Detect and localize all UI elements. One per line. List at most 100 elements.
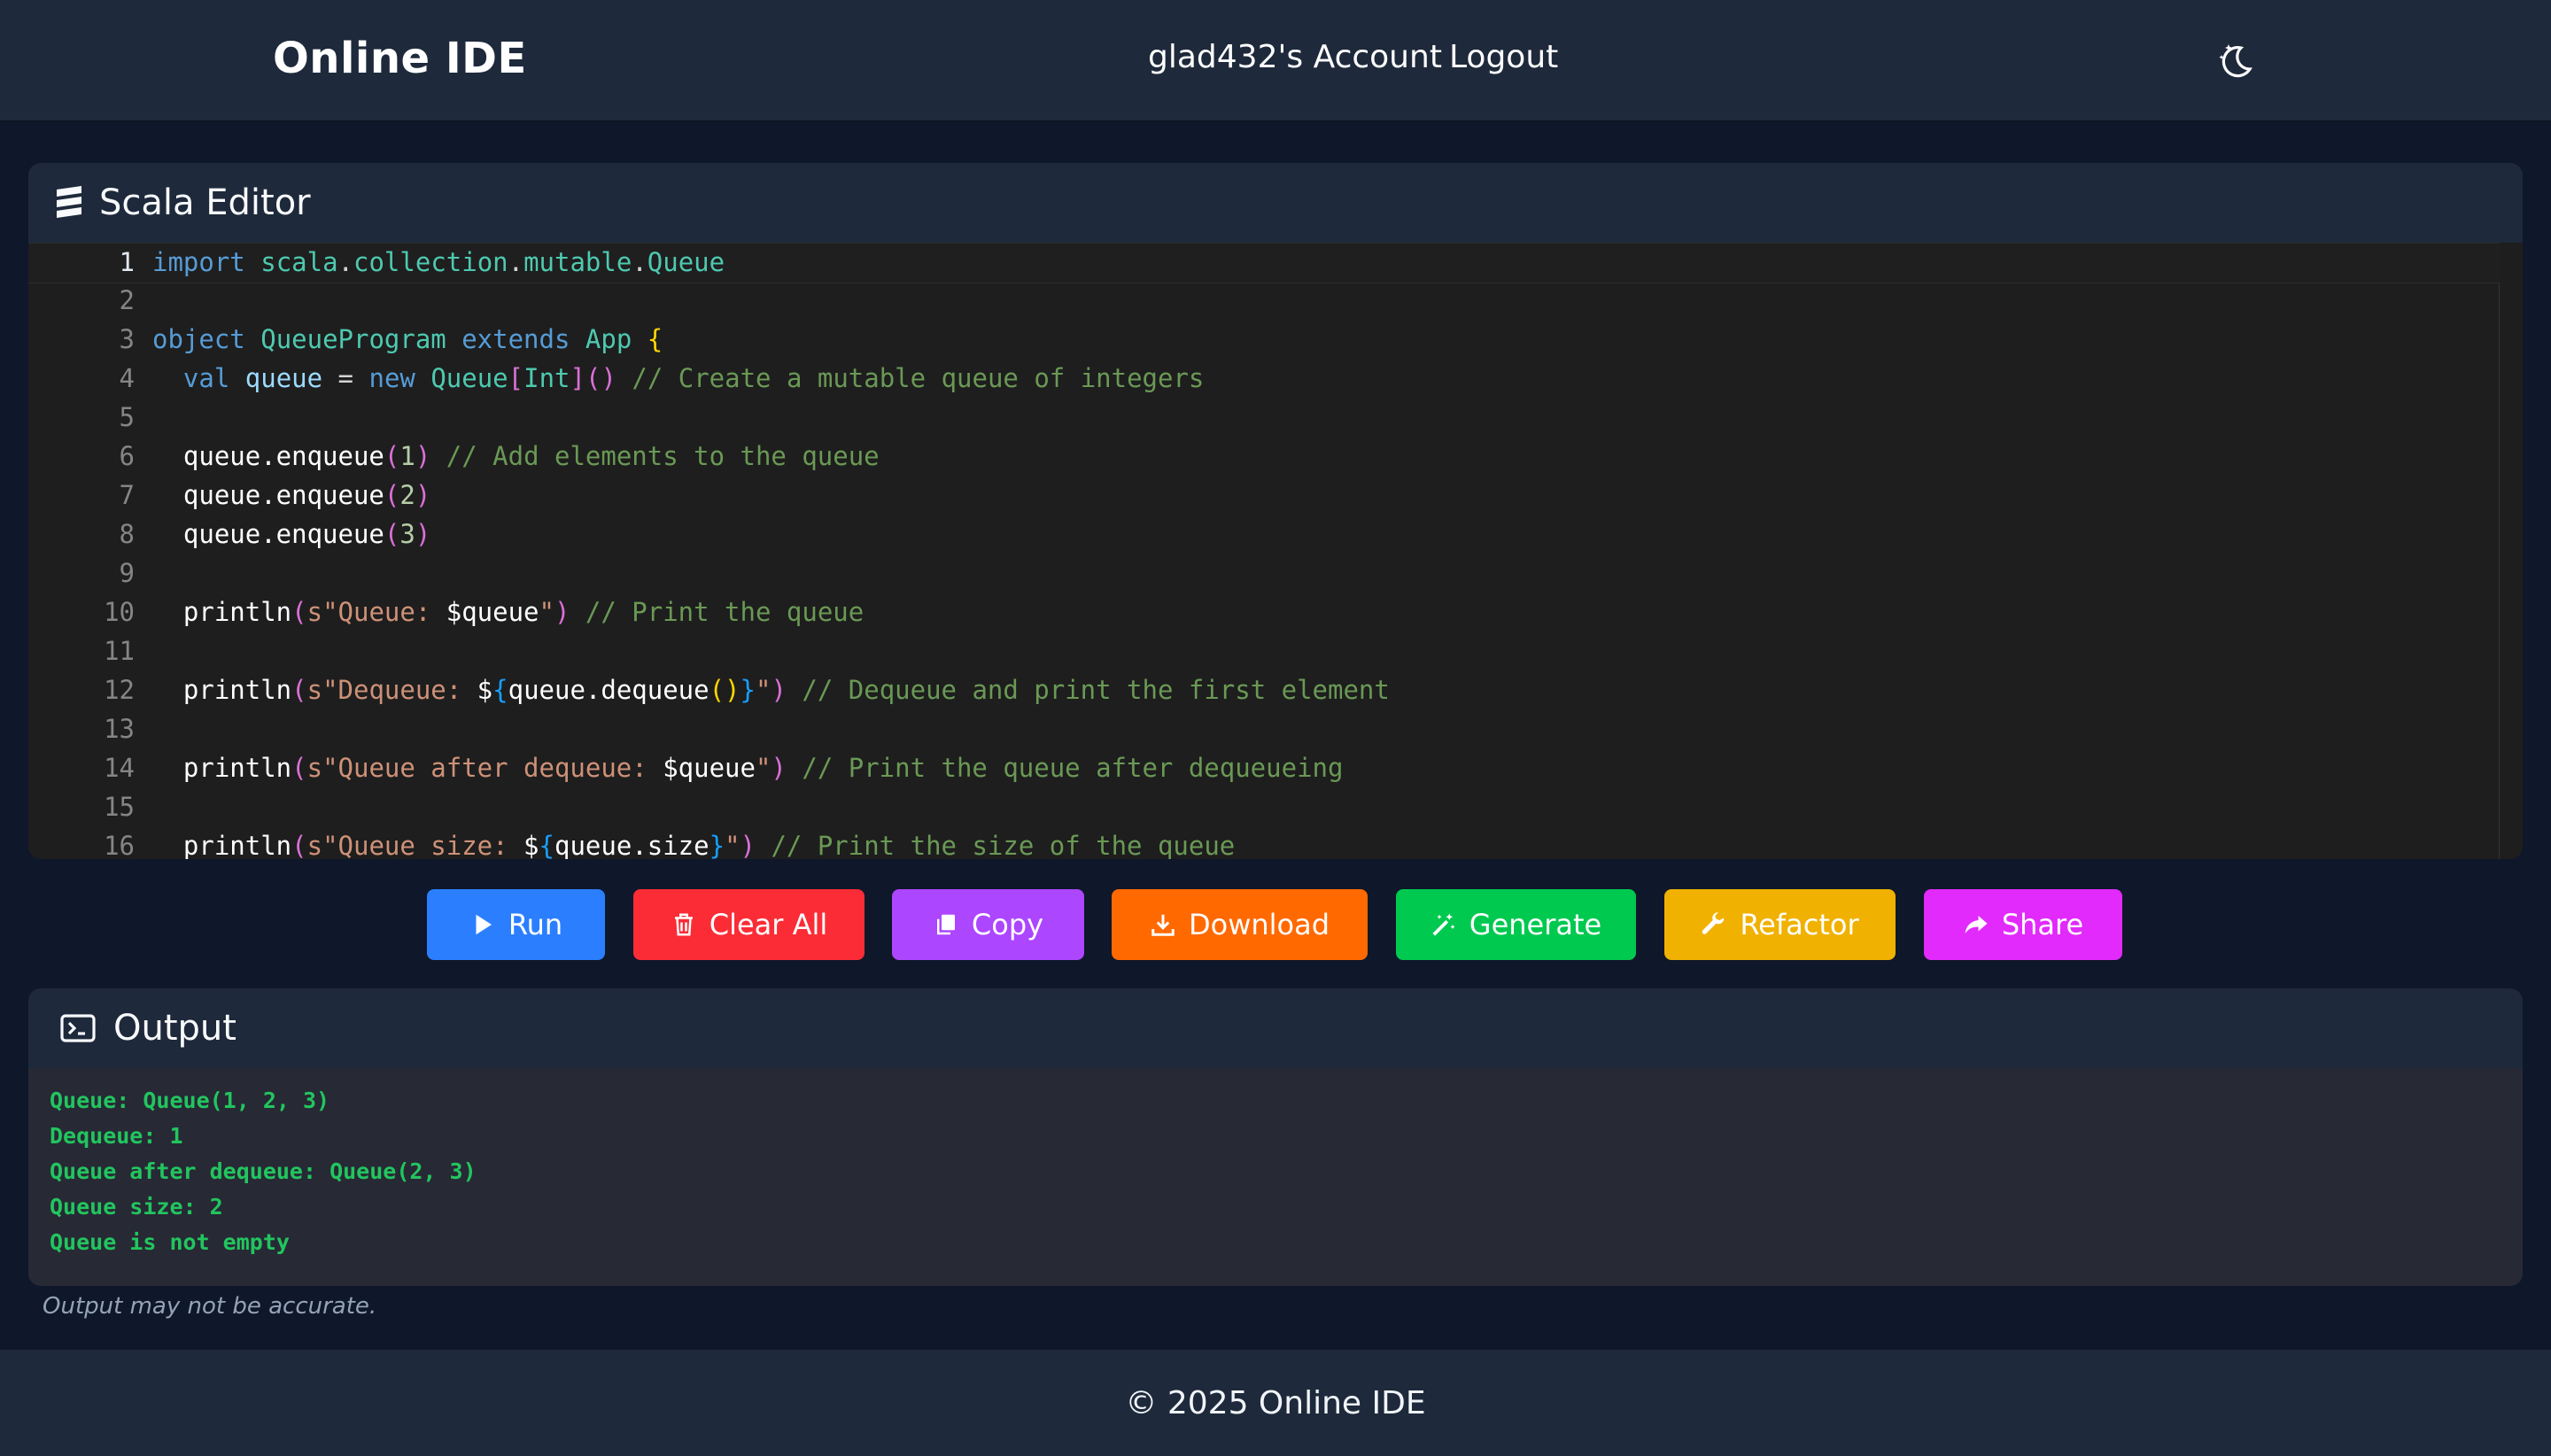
code-line[interactable]: 1 import scala.collection.mutable.Queue <box>28 243 2500 283</box>
code-token: () <box>585 363 616 393</box>
code-token: $queue <box>446 597 539 627</box>
button-label: Copy <box>971 908 1044 941</box>
code-token: println <box>152 675 292 705</box>
line-number: 9 <box>119 558 135 588</box>
code-token: [ <box>508 363 524 393</box>
line-number: 6 <box>119 441 135 471</box>
code-token: " <box>725 831 740 859</box>
code-token: App <box>585 324 632 354</box>
code-text: println(s"Queue after dequeue: $queue") … <box>152 753 1344 783</box>
code-token: object <box>152 324 245 354</box>
clear-all-button[interactable]: Clear All <box>633 889 865 960</box>
code-line[interactable]: 5 <box>28 399 2500 438</box>
wrench-icon <box>1702 912 1725 934</box>
line-number: 1 <box>119 247 135 277</box>
download-button[interactable]: Download <box>1112 889 1368 960</box>
share-icon <box>1965 916 1988 933</box>
output-line: Queue is not empty <box>50 1229 290 1255</box>
code-line[interactable]: 11 <box>28 632 2500 671</box>
line-number: 7 <box>119 480 135 510</box>
code-token: s"Queue size: <box>306 831 524 859</box>
code-text: queue.enqueue(3) <box>152 519 430 549</box>
editor-header: Scala Editor <box>28 163 2523 243</box>
code-line[interactable]: 7 queue.enqueue(2) <box>28 476 2500 515</box>
code-token: ) <box>415 441 431 471</box>
code-token: ( <box>291 675 307 705</box>
code-line[interactable]: 4 val queue = new Queue[Int]() // Create… <box>28 360 2500 399</box>
code-line[interactable]: 2 <box>28 282 2500 321</box>
run-button[interactable]: Run <box>427 889 605 960</box>
code-editor[interactable]: 1 import scala.collection.mutable.Queue 2 3… <box>28 243 2523 859</box>
download-icon <box>1151 914 1175 936</box>
line-number: 14 <box>104 753 135 783</box>
code-line[interactable]: 8 queue.enqueue(3) <box>28 515 2500 554</box>
line-number: 3 <box>119 324 135 354</box>
button-label: Clear All <box>709 908 828 941</box>
copy-button[interactable]: Copy <box>892 889 1084 960</box>
share-button[interactable]: Share <box>1924 889 2122 960</box>
code-token: ( <box>291 753 307 783</box>
code-text: object QueueProgram extends App { <box>152 324 663 354</box>
code-token: { <box>539 831 554 859</box>
code-token: ) <box>415 480 431 510</box>
theme-toggle-button[interactable] <box>2214 39 2257 81</box>
terminal-icon <box>60 1014 96 1042</box>
line-number: 10 <box>104 597 135 627</box>
code-token: " <box>539 597 554 627</box>
output-title: Output <box>113 1008 236 1049</box>
generate-button[interactable]: Generate <box>1396 889 1636 960</box>
line-number: 15 <box>104 792 135 822</box>
editor-panel: Scala Editor 1 import scala.collection.mu… <box>28 163 2523 859</box>
code-token: ( <box>384 519 400 549</box>
line-number: 12 <box>104 675 135 705</box>
code-token: queue.enqueue <box>152 441 384 471</box>
code-token: ) <box>554 597 570 627</box>
code-token: 2 <box>399 480 415 510</box>
code-line[interactable]: 15 <box>28 788 2500 827</box>
line-number: 2 <box>119 285 135 315</box>
button-label: Share <box>2001 908 2084 941</box>
copy-icon <box>936 914 955 935</box>
code-token: { <box>492 675 508 705</box>
code-token: ) <box>771 753 787 783</box>
logout-link[interactable]: Logout <box>1449 39 1558 75</box>
code-token: // Print the queue <box>585 597 865 627</box>
output-line: Queue size: 2 <box>50 1194 223 1220</box>
code-line[interactable]: 6 queue.enqueue(1) // Add elements to th… <box>28 438 2500 476</box>
code-line[interactable]: 9 <box>28 554 2500 593</box>
code-token: s"Queue: <box>306 597 446 627</box>
brand-logo[interactable]: Online IDE <box>273 34 527 83</box>
code-line[interactable]: 14 println(s"Queue after dequeue: $queue… <box>28 749 2500 788</box>
account-link[interactable]: glad432's Account <box>1148 39 1442 75</box>
code-token: 3 <box>399 519 415 549</box>
button-label: Generate <box>1469 908 1602 941</box>
code-token: $ <box>477 675 493 705</box>
stack-icon <box>57 186 81 218</box>
code-token: scala <box>260 247 338 277</box>
trash-icon <box>674 913 693 936</box>
code-token: ) <box>771 675 787 705</box>
code-token: queue <box>244 363 323 393</box>
footer: © 2025 Online IDE <box>0 1350 2551 1456</box>
code-token: extends <box>461 324 570 354</box>
output-console: Queue: Queue(1, 2, 3) Dequeue: 1 Queue aft… <box>28 1068 2523 1286</box>
editor-scrollbar[interactable] <box>2499 243 2523 859</box>
code-token: () <box>709 675 740 705</box>
line-number: 16 <box>104 831 135 859</box>
code-line[interactable]: 3 object QueueProgram extends App { <box>28 321 2500 360</box>
code-line[interactable]: 16 println(s"Queue size: ${queue.size}")… <box>28 827 2500 859</box>
code-line[interactable]: 13 <box>28 710 2500 749</box>
code-token: ) <box>415 519 431 549</box>
action-toolbar: Run Clear All Copy Download Generate Refactor… <box>0 889 2551 960</box>
output-line: Queue: Queue(1, 2, 3) <box>50 1088 330 1113</box>
refactor-button[interactable]: Refactor <box>1664 889 1896 960</box>
code-line[interactable]: 12 println(s"Dequeue: ${queue.dequeue()}… <box>28 671 2500 710</box>
code-line[interactable]: 10 println(s"Queue: $queue") // Print th… <box>28 593 2500 632</box>
code-token: // Create a mutable queue of integers <box>632 363 1205 393</box>
line-number: 13 <box>104 714 135 744</box>
